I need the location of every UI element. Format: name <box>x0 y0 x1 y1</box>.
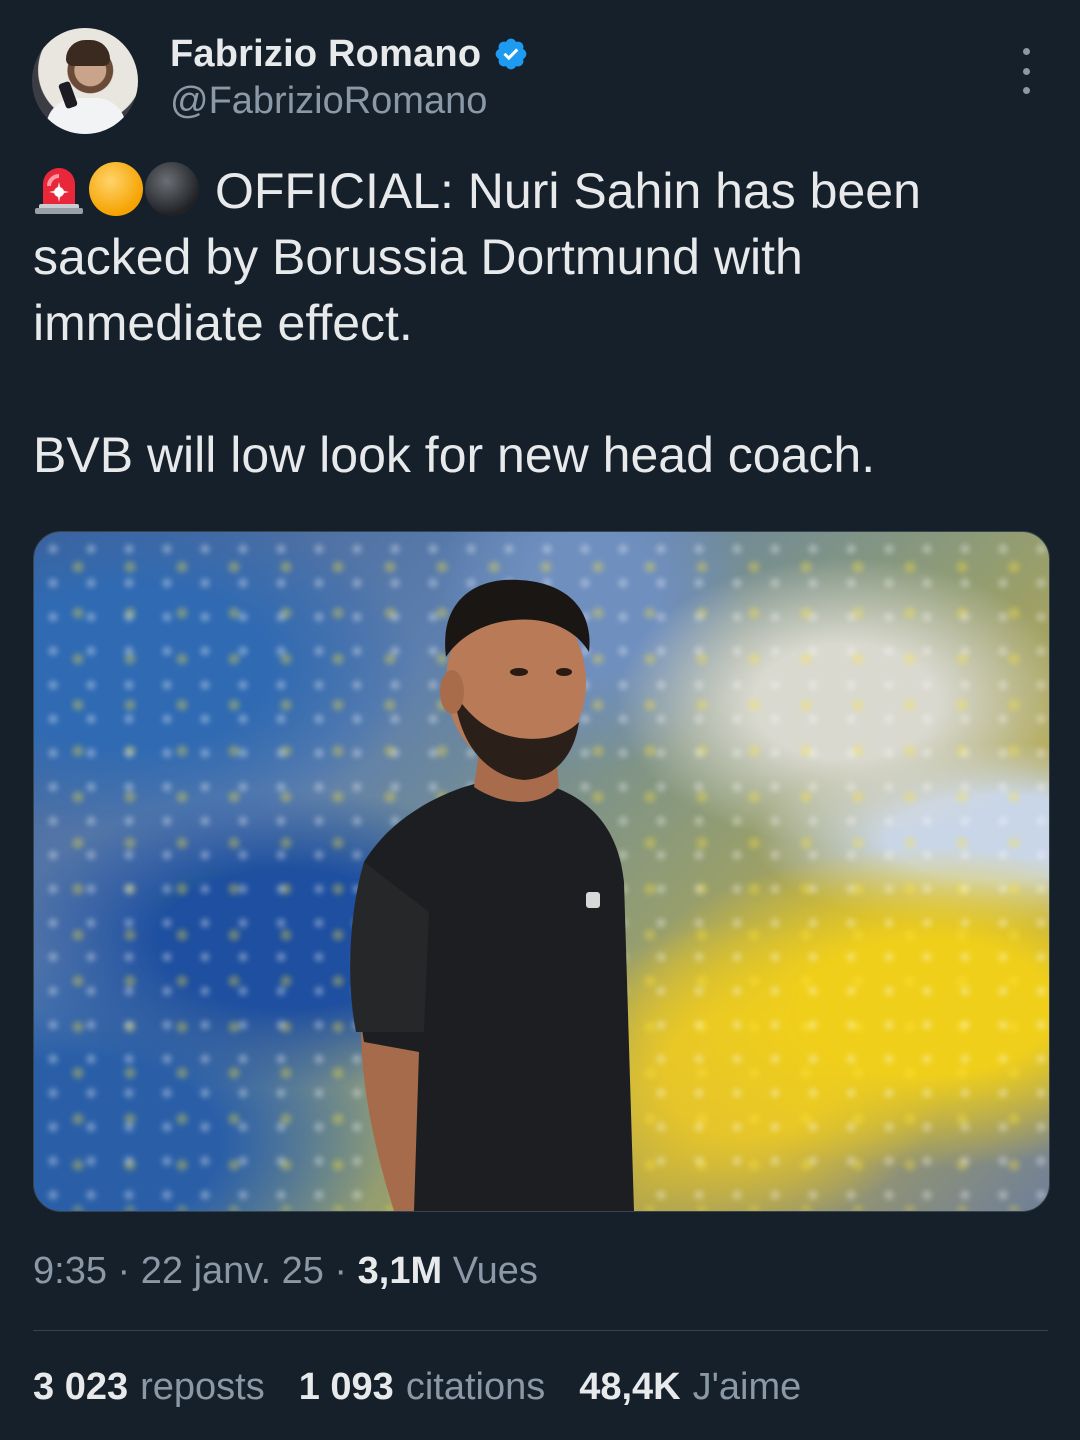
reposts-count: 3 023 <box>33 1366 129 1408</box>
likes-label: J'aime <box>692 1366 802 1408</box>
divider <box>33 1330 1048 1331</box>
avatar[interactable] <box>32 28 138 134</box>
tweet-time[interactable]: 9:35 <box>33 1250 107 1292</box>
coach-figure <box>350 579 634 1211</box>
tweet-photo[interactable] <box>33 531 1050 1212</box>
tweet-meta: 9:35 · 22 janv. 25 · 3,1M Vues <box>33 1250 538 1293</box>
yellow-circle-icon <box>89 162 143 216</box>
author-handle[interactable]: @FabrizioRomano <box>170 80 487 123</box>
meta-separator: · <box>334 1250 348 1292</box>
tweet-date[interactable]: 22 janv. 25 <box>141 1250 324 1292</box>
tweet: Fabrizio Romano @FabrizioRomano OFFICIAL… <box>0 0 1080 1440</box>
meta-separator: · <box>117 1250 131 1292</box>
engagement-stats: 3 023 reposts 1 093 citations 48,4K J'aime <box>33 1366 835 1409</box>
verified-badge-icon <box>495 38 527 70</box>
quotes-count: 1 093 <box>298 1366 394 1408</box>
likes-stat[interactable]: 48,4K J'aime <box>579 1366 801 1409</box>
reposts-label: reposts <box>140 1366 265 1408</box>
views-label: Vues <box>452 1250 538 1292</box>
tweet-text-line2: BVB will low look for new head coach. <box>33 427 876 483</box>
reposts-stat[interactable]: 3 023 reposts <box>33 1366 265 1409</box>
black-circle-icon <box>145 162 199 216</box>
quotes-stat[interactable]: 1 093 citations <box>299 1366 546 1409</box>
likes-count: 48,4K <box>579 1366 681 1408</box>
quotes-label: citations <box>405 1366 546 1408</box>
author-display-name[interactable]: Fabrizio Romano <box>170 33 481 76</box>
rotating-light-icon <box>35 168 83 214</box>
more-options-icon[interactable] <box>1008 48 1044 94</box>
tweet-text: OFFICIAL: Nuri Sahin has been sacked by … <box>33 158 1043 488</box>
author-name-row[interactable]: Fabrizio Romano <box>170 30 529 78</box>
emoji-group <box>33 162 201 216</box>
views-count: 3,1M <box>357 1250 443 1292</box>
